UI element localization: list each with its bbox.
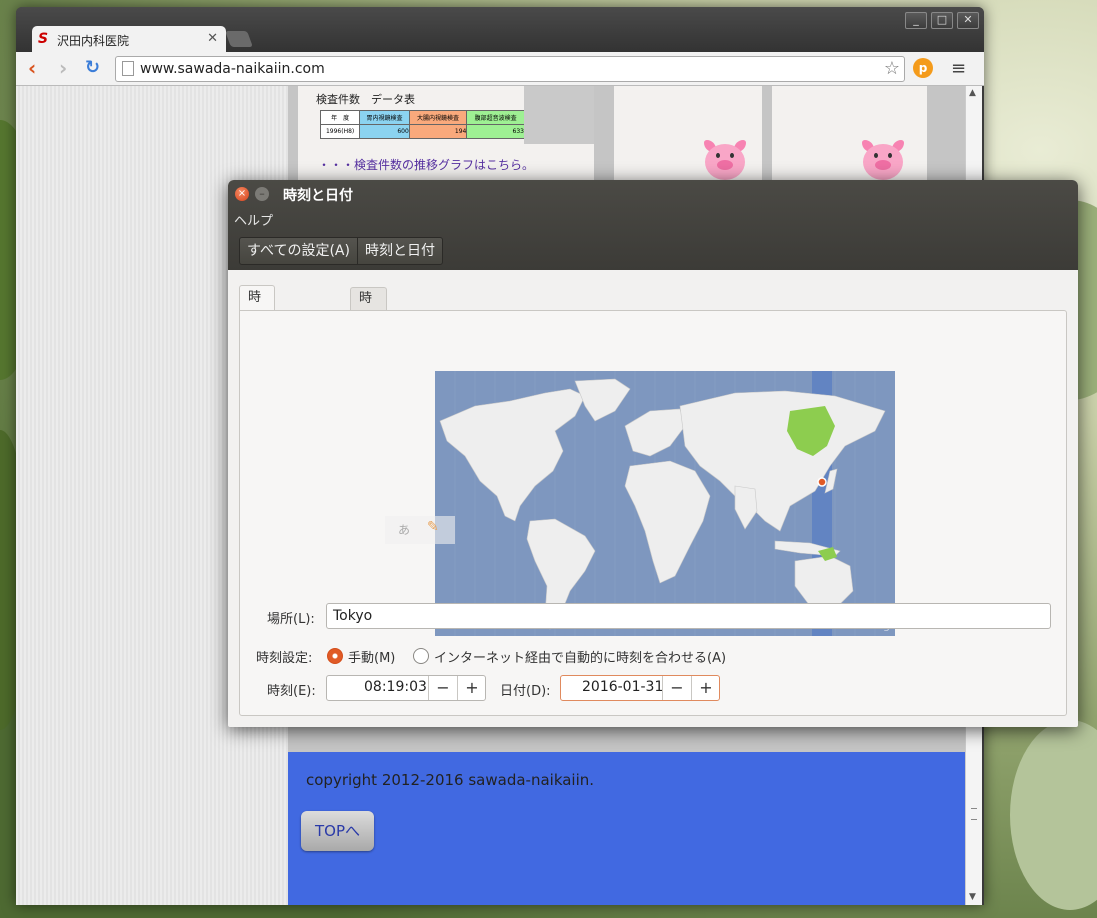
table-title: 検査件数 データ表 bbox=[316, 93, 415, 106]
tab-time-date[interactable]: 時刻と日付(T) bbox=[239, 285, 276, 425]
date-value[interactable]: 2016-01-31 bbox=[582, 679, 663, 695]
table-header: 大腸内視鏡検査 bbox=[408, 110, 468, 125]
location-label: 場所(L): bbox=[267, 612, 315, 627]
breadcrumb-time-date[interactable]: 時刻と日付 bbox=[356, 238, 442, 264]
date-label: 日付(D): bbox=[500, 684, 551, 699]
top-button[interactable]: TOPへ bbox=[301, 811, 374, 851]
tokyo-pin-icon bbox=[817, 477, 827, 487]
manual-option-label[interactable]: 手動(M) bbox=[348, 647, 395, 666]
site-favicon-icon: S bbox=[38, 31, 49, 47]
minimize-icon[interactable]: – bbox=[255, 187, 269, 201]
time-label: 時刻(E): bbox=[267, 684, 316, 699]
date-increment-button[interactable]: + bbox=[691, 676, 720, 700]
background-leaf bbox=[1010, 720, 1097, 910]
ime-char: あ bbox=[398, 523, 411, 537]
tab-strip: S 沢田内科医院 ✕ _ □ ✕ bbox=[16, 7, 984, 52]
browser-toolbar: ‹ › ↻ www.sawada-naikaiin.com ☆ p ≡ bbox=[16, 52, 984, 86]
help-menu[interactable]: ヘルプ bbox=[234, 210, 273, 229]
table-header: 年 度 bbox=[319, 110, 361, 125]
dialog-title: 時刻と日付 bbox=[283, 188, 353, 204]
scroll-thumb[interactable] bbox=[971, 808, 977, 820]
time-spinner[interactable]: 08:19:03 − + bbox=[326, 675, 486, 701]
bookmark-star-icon[interactable]: ☆ bbox=[884, 58, 900, 79]
reload-icon[interactable]: ↻ bbox=[85, 58, 100, 78]
timezone-map[interactable]: Geonames.org bbox=[435, 371, 895, 636]
site-footer: copyright 2012-2016 sawada-naikaiin. TOP… bbox=[288, 752, 965, 905]
forward-icon[interactable]: › bbox=[59, 58, 67, 78]
table-cell: 600 bbox=[359, 124, 410, 139]
pig-icon bbox=[702, 140, 748, 180]
location-input[interactable]: Tokyo bbox=[326, 603, 1051, 629]
graph-link[interactable]: ・・・検査件数の推移グラフはこちら。 bbox=[318, 156, 534, 173]
time-increment-button[interactable]: + bbox=[457, 676, 486, 700]
tab-title: 沢田内科医院 bbox=[57, 34, 130, 48]
tab-close-icon[interactable]: ✕ bbox=[207, 31, 218, 46]
table-cell: 633 bbox=[466, 124, 525, 139]
date-spinner[interactable]: 2016-01-31 − + bbox=[560, 675, 720, 701]
scroll-down-icon[interactable]: ▼ bbox=[969, 892, 976, 902]
time-date-dialog: × – 時刻と日付 ヘルプ すべての設定(A) 時刻と日付 時刻と日付(T) 時… bbox=[228, 180, 1078, 727]
url-text: www.sawada-naikaiin.com bbox=[140, 61, 325, 77]
wrench-icon[interactable]: ✎ bbox=[427, 519, 439, 535]
menu-icon[interactable]: ≡ bbox=[951, 58, 966, 79]
breadcrumb-all-settings[interactable]: すべての設定(A) bbox=[240, 238, 357, 264]
pig-panel-2 bbox=[772, 86, 927, 186]
scroll-up-icon[interactable]: ▲ bbox=[969, 88, 976, 98]
time-decrement-button[interactable]: − bbox=[428, 676, 457, 700]
dialog-titlebar: × – 時刻と日付 ヘルプ すべての設定(A) 時刻と日付 bbox=[228, 180, 1078, 270]
ime-indicator[interactable]: あ ✎ bbox=[385, 516, 455, 544]
manual-radio[interactable] bbox=[327, 648, 343, 664]
world-map bbox=[439, 371, 886, 636]
window-minimize-button[interactable]: _ bbox=[905, 12, 927, 29]
page-icon bbox=[122, 61, 134, 76]
tab-panel: Geonames.org 場所(L): Tokyo 時刻設定: 手動(M) イン… bbox=[239, 310, 1067, 716]
window-maximize-button[interactable]: □ bbox=[931, 12, 953, 29]
address-bar[interactable]: www.sawada-naikaiin.com ☆ bbox=[115, 56, 905, 82]
image-placeholder bbox=[524, 86, 594, 144]
dialog-body: 時刻と日付(T) 時計(C) bbox=[228, 270, 1078, 727]
date-decrement-button[interactable]: − bbox=[662, 676, 691, 700]
breadcrumb: すべての設定(A) 時刻と日付 bbox=[239, 237, 443, 265]
tab-clock[interactable]: 時計(C) bbox=[350, 287, 388, 350]
auto-option-label[interactable]: インターネット経由で自動的に時刻を合わせる(A) bbox=[434, 647, 726, 666]
extension-icon[interactable]: p bbox=[913, 58, 933, 78]
table-header: 胃内視鏡検査 bbox=[359, 110, 410, 125]
close-icon[interactable]: × bbox=[235, 187, 249, 201]
browser-tab[interactable]: S 沢田内科医院 ✕ bbox=[32, 26, 226, 52]
back-icon[interactable]: ‹ bbox=[28, 58, 36, 78]
table-cell: 194 bbox=[408, 124, 468, 139]
table-header: 腹部超音波検査 bbox=[466, 110, 525, 125]
table-cell: 1996(H8) bbox=[319, 124, 361, 139]
new-tab-button[interactable] bbox=[225, 31, 253, 47]
window-close-button[interactable]: ✕ bbox=[957, 12, 979, 29]
time-setting-label: 時刻設定: bbox=[256, 651, 313, 666]
pig-panel-1 bbox=[614, 86, 762, 186]
copyright-text: copyright 2012-2016 sawada-naikaiin. bbox=[306, 771, 595, 789]
time-value[interactable]: 08:19:03 bbox=[364, 679, 427, 695]
auto-radio[interactable] bbox=[413, 648, 429, 664]
location-value: Tokyo bbox=[333, 608, 373, 624]
data-table: 年 度 胃内視鏡検査 大腸内視鏡検査 腹部超音波検査 1996(H8) 600 … bbox=[319, 110, 525, 139]
pig-icon bbox=[860, 140, 906, 180]
